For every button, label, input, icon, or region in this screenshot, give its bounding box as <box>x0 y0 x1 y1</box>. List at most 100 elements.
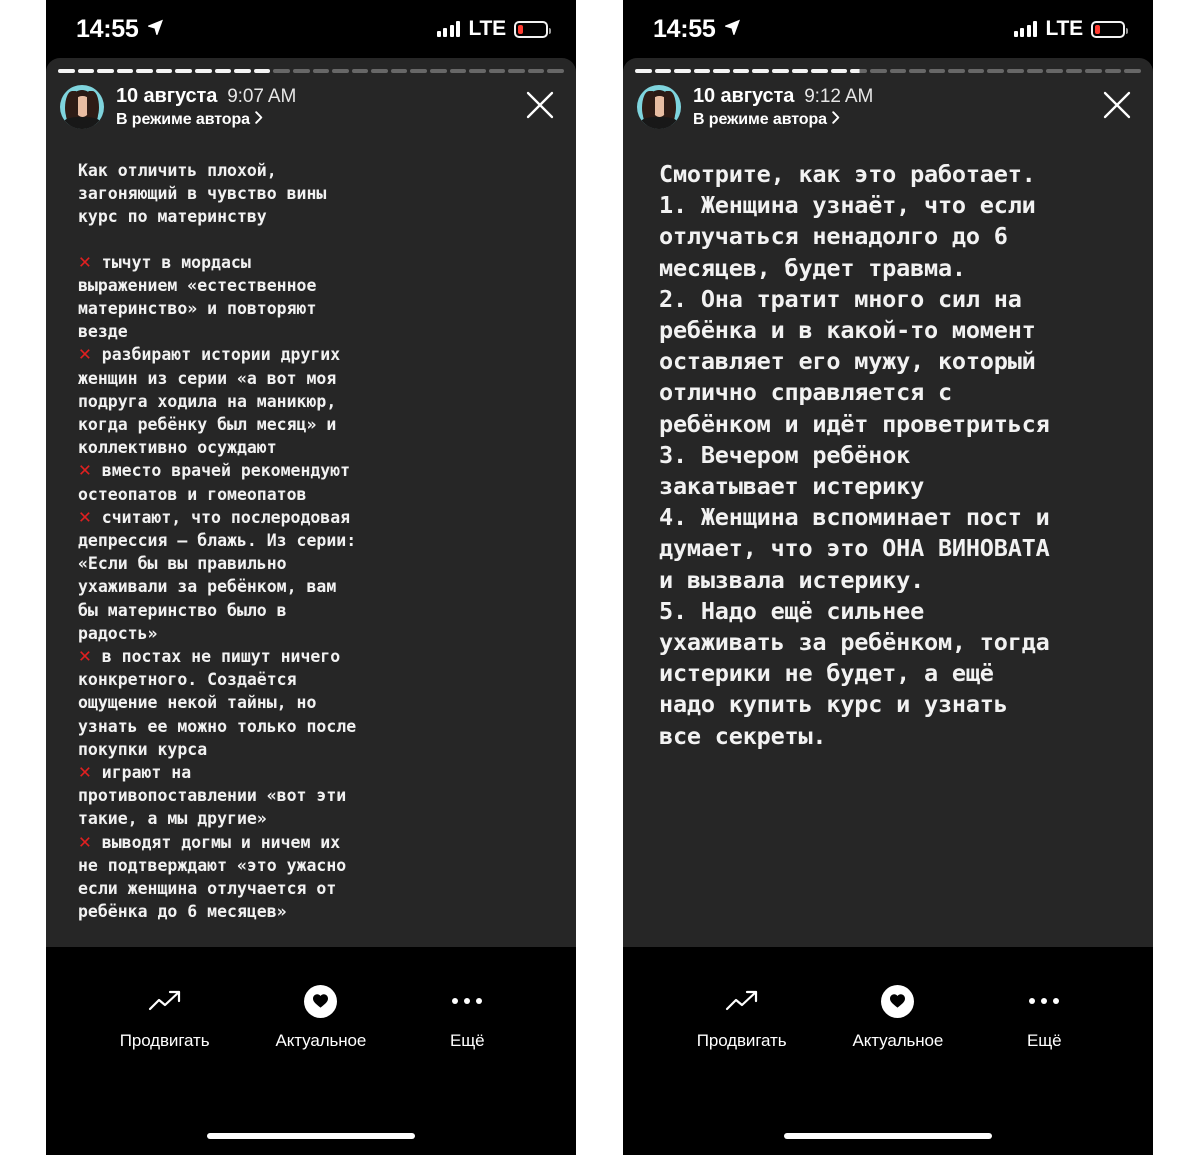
story-paragraph: Как отличить плохой, загоняющий в чувств… <box>78 159 550 229</box>
story-date: 10 августа <box>116 85 218 107</box>
toolbar-item-more[interactable]: Ещё <box>432 985 502 1051</box>
progress-segment <box>1006 69 1024 73</box>
toolbar-label-promote: Продвигать <box>696 1031 787 1050</box>
avatar[interactable] <box>60 85 104 129</box>
close-button[interactable] <box>1097 87 1137 127</box>
progress-segment <box>292 69 310 73</box>
story-line-text: считают, что послеродовая депрессия — бл… <box>78 507 357 643</box>
text-spacer <box>78 229 550 251</box>
cellular-signal-icon <box>436 21 461 37</box>
story-text-body: Как отличить плохой, загоняющий в чувств… <box>46 129 576 924</box>
story-text: Смотрите, как это работает. 1. Женщина у… <box>655 159 1127 752</box>
more-dots-icon <box>1029 985 1060 1017</box>
progress-segment <box>635 69 652 73</box>
author-mode-link[interactable]: В режиме автора <box>693 111 1097 129</box>
toolbar-label-more: Ещё <box>1027 1031 1062 1050</box>
progress-segment <box>1065 69 1083 73</box>
author-mode-label: В режиме автора <box>116 111 250 128</box>
progress-segment <box>909 69 926 73</box>
progress-segment <box>869 69 887 73</box>
progress-segment <box>155 69 173 73</box>
trending-up-icon <box>725 985 759 1017</box>
story-toolbar: Продвигать Актуальное Ещё <box>623 947 1153 1155</box>
progress-segment <box>508 69 525 73</box>
phone-screen-left: 14:55 LTE 10 августа 9:07 AM В режиме ав… <box>46 0 576 1155</box>
cross-mark-icon: ✕ <box>78 252 92 272</box>
home-indicator[interactable] <box>207 1133 415 1139</box>
story-time: 9:07 AM <box>227 86 297 107</box>
story-bullet-line: ✕ тычут в мордасы выражением «естественн… <box>78 251 550 344</box>
avatar[interactable] <box>637 85 681 129</box>
toolbar-label-promote: Продвигать <box>119 1031 210 1050</box>
story-bullet-line: ✕ вместо врачей рекомендуют остеопатов и… <box>78 459 550 505</box>
progress-segment <box>136 69 153 73</box>
story-text: Как отличить плохой, загоняющий в чувств… <box>78 159 550 924</box>
story-header: 10 августа 9:07 AM В режиме автора <box>46 73 576 129</box>
battery-low-icon <box>514 20 551 38</box>
author-mode-link[interactable]: В режиме автора <box>116 111 520 129</box>
status-bar-left: 14:55 <box>653 16 741 42</box>
progress-segment <box>1046 69 1063 73</box>
story-line-text: Как отличить плохой, загоняющий в чувств… <box>78 161 327 227</box>
story-meta-primary: 10 августа 9:12 AM <box>693 85 1097 108</box>
toolbar-item-more[interactable]: Ещё <box>1009 985 1079 1051</box>
location-arrow-icon <box>724 18 741 40</box>
progress-segment <box>713 69 730 73</box>
progress-segment <box>752 69 770 73</box>
toolbar-item-highlight[interactable]: Актуальное <box>852 984 944 1051</box>
story-line-text: в постах не пишут ничего конкретного. Со… <box>78 647 357 759</box>
progress-segment <box>928 69 946 73</box>
progress-segment <box>371 69 388 73</box>
cross-mark-icon: ✕ <box>78 832 92 852</box>
cross-mark-icon: ✕ <box>78 345 92 365</box>
phone-screen-right: 14:55 LTE 10 августа 9:12 AM В режиме ав… <box>623 0 1153 1155</box>
story-meta: 10 августа 9:07 AM В режиме автора <box>116 85 520 129</box>
progress-segment <box>429 69 447 73</box>
progress-segment <box>674 69 691 73</box>
story-card[interactable]: 10 августа 9:07 AM В режиме автора Как о… <box>46 58 576 1005</box>
progress-segment <box>654 69 672 73</box>
progress-segment <box>547 69 565 73</box>
toolbar-label-more: Ещё <box>450 1031 485 1050</box>
progress-segment <box>332 69 349 73</box>
story-progress-bar[interactable] <box>46 58 576 73</box>
story-bullet-line: ✕ считают, что послеродовая депрессия — … <box>78 506 550 645</box>
progress-segment <box>967 69 985 73</box>
toolbar-item-promote[interactable]: Продвигать <box>697 985 787 1051</box>
progress-segment <box>116 69 134 73</box>
battery-low-icon <box>1091 20 1128 38</box>
progress-segment <box>791 69 809 73</box>
progress-segment <box>811 69 828 73</box>
progress-segment <box>527 69 545 73</box>
toolbar-items: Продвигать Актуальное Ещё <box>697 984 1080 1051</box>
progress-segment <box>987 69 1004 73</box>
dual-phone-screenshot: 14:55 LTE 10 августа 9:07 AM В режиме ав… <box>0 0 1200 1155</box>
story-header: 10 августа 9:12 AM В режиме автора <box>623 73 1153 129</box>
chevron-right-icon <box>255 111 263 129</box>
toolbar-item-highlight[interactable]: Актуальное <box>275 984 367 1051</box>
progress-segment <box>253 69 271 73</box>
close-icon <box>524 89 556 126</box>
status-bar: 14:55 LTE <box>46 0 576 58</box>
close-button[interactable] <box>520 87 560 127</box>
story-card[interactable]: 10 августа 9:12 AM В режиме автора Смотр… <box>623 58 1153 1005</box>
story-bullet-line: ✕ выводят догмы и ничем их не подтвержда… <box>78 831 550 924</box>
story-meta-primary: 10 августа 9:07 AM <box>116 85 520 108</box>
close-icon <box>1101 89 1133 126</box>
toolbar-item-promote[interactable]: Продвигать <box>120 985 210 1051</box>
progress-segment <box>214 69 232 73</box>
cross-mark-icon: ✕ <box>78 461 92 481</box>
progress-segment <box>732 69 750 73</box>
heart-highlight-icon <box>881 984 915 1018</box>
story-paragraph: Смотрите, как это работает. 1. Женщина у… <box>659 159 1127 752</box>
progress-segment <box>390 69 408 73</box>
progress-segment <box>1104 69 1122 73</box>
story-bullet-line: ✕ играют на противопоставлении «вот эти … <box>78 761 550 831</box>
home-indicator[interactable] <box>784 1133 992 1139</box>
story-text-body: Смотрите, как это работает. 1. Женщина у… <box>623 129 1153 752</box>
toolbar-label-highlight: Актуальное <box>275 1031 367 1050</box>
toolbar-label-highlight: Актуальное <box>852 1031 944 1050</box>
story-line-text: играют на противопоставлении «вот эти та… <box>78 763 347 829</box>
story-line-text: выводят догмы и ничем их не подтверждают… <box>78 832 347 922</box>
story-progress-bar[interactable] <box>623 58 1153 73</box>
